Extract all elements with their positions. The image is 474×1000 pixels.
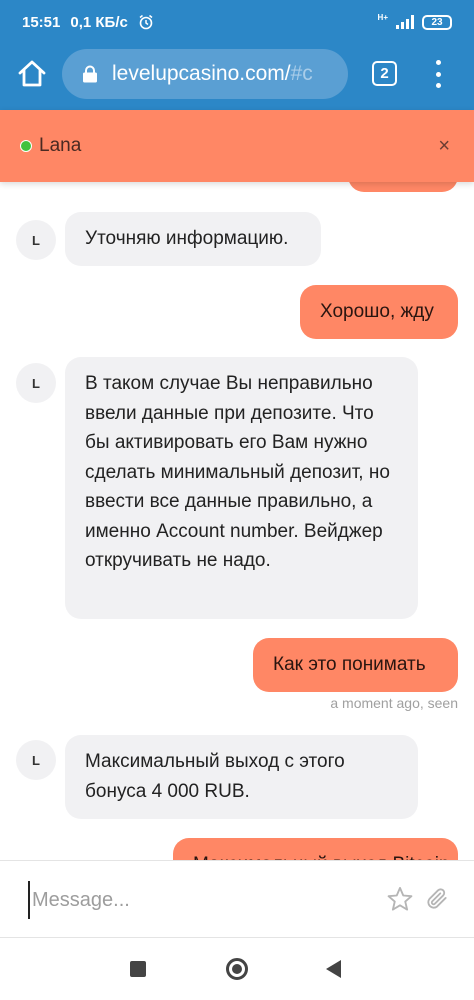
message-bubble-agent: Максимальный выход с этого бонуса 4 000 … xyxy=(65,735,418,819)
chat-header: Lana × xyxy=(0,110,474,182)
browser-toolbar: levelupcasino.com/#c 2 xyxy=(0,44,474,110)
message-bubble-user: Как это понимать xyxy=(253,638,458,692)
recent-apps-button[interactable] xyxy=(130,961,146,977)
paperclip-icon xyxy=(427,888,447,909)
tab-count: 2 xyxy=(380,65,389,82)
close-chat-button[interactable]: × xyxy=(438,136,450,156)
status-speed: 0,1 КБ/с xyxy=(70,13,128,31)
message-read-status: a moment ago, seen xyxy=(330,695,458,711)
url-text: levelupcasino.com/ xyxy=(112,62,291,85)
attach-button[interactable] xyxy=(424,885,450,913)
network-type: H+ xyxy=(377,12,388,22)
message-bubble-agent: В таком случае Вы неправильно ввели данн… xyxy=(65,357,418,619)
status-right: H+ 23 xyxy=(377,12,452,30)
address-bar[interactable]: levelupcasino.com/#c xyxy=(62,49,348,99)
message-list[interactable]: L Уточняю информацию. Хорошо, жду L В та… xyxy=(0,182,474,860)
battery-level: 23 xyxy=(431,16,443,28)
status-bar: 15:51 0,1 КБ/с H+ 23 xyxy=(0,0,474,44)
more-vert-dot xyxy=(435,83,441,88)
url-hash: #c xyxy=(290,62,313,85)
message-bubble-user: Хорошо, жду xyxy=(300,285,458,339)
more-vert-dot xyxy=(435,71,441,77)
message-bubble-user: Максимальный выход Bitcoin xyxy=(173,838,458,860)
message-bubble-agent: Уточняю информацию. xyxy=(65,212,321,266)
signal-icon xyxy=(396,15,414,29)
home-nav-button[interactable] xyxy=(226,958,248,980)
agent-avatar: L xyxy=(16,220,56,260)
online-status-icon xyxy=(20,140,32,152)
status-left: 15:51 0,1 КБ/с xyxy=(22,14,154,31)
status-time: 15:51 xyxy=(22,13,61,31)
more-vert-icon xyxy=(435,60,441,65)
system-navigation-bar xyxy=(0,938,474,1000)
lock-icon xyxy=(83,65,97,83)
star-icon xyxy=(387,886,413,911)
home-icon xyxy=(18,60,46,87)
rate-button[interactable] xyxy=(386,885,414,913)
agent-avatar: L xyxy=(16,363,56,403)
battery-icon: 23 xyxy=(422,14,452,30)
back-button[interactable] xyxy=(326,960,341,978)
overflow-menu-button[interactable] xyxy=(428,60,448,88)
alarm-icon xyxy=(139,14,153,30)
agent-name: Lana xyxy=(39,135,82,156)
home-button[interactable] xyxy=(16,58,48,90)
message-composer xyxy=(0,860,474,938)
agent-avatar: L xyxy=(16,740,56,780)
message-input[interactable] xyxy=(28,881,358,919)
message-bubble-user-partial xyxy=(348,182,458,192)
tabs-button[interactable]: 2 xyxy=(372,61,397,86)
